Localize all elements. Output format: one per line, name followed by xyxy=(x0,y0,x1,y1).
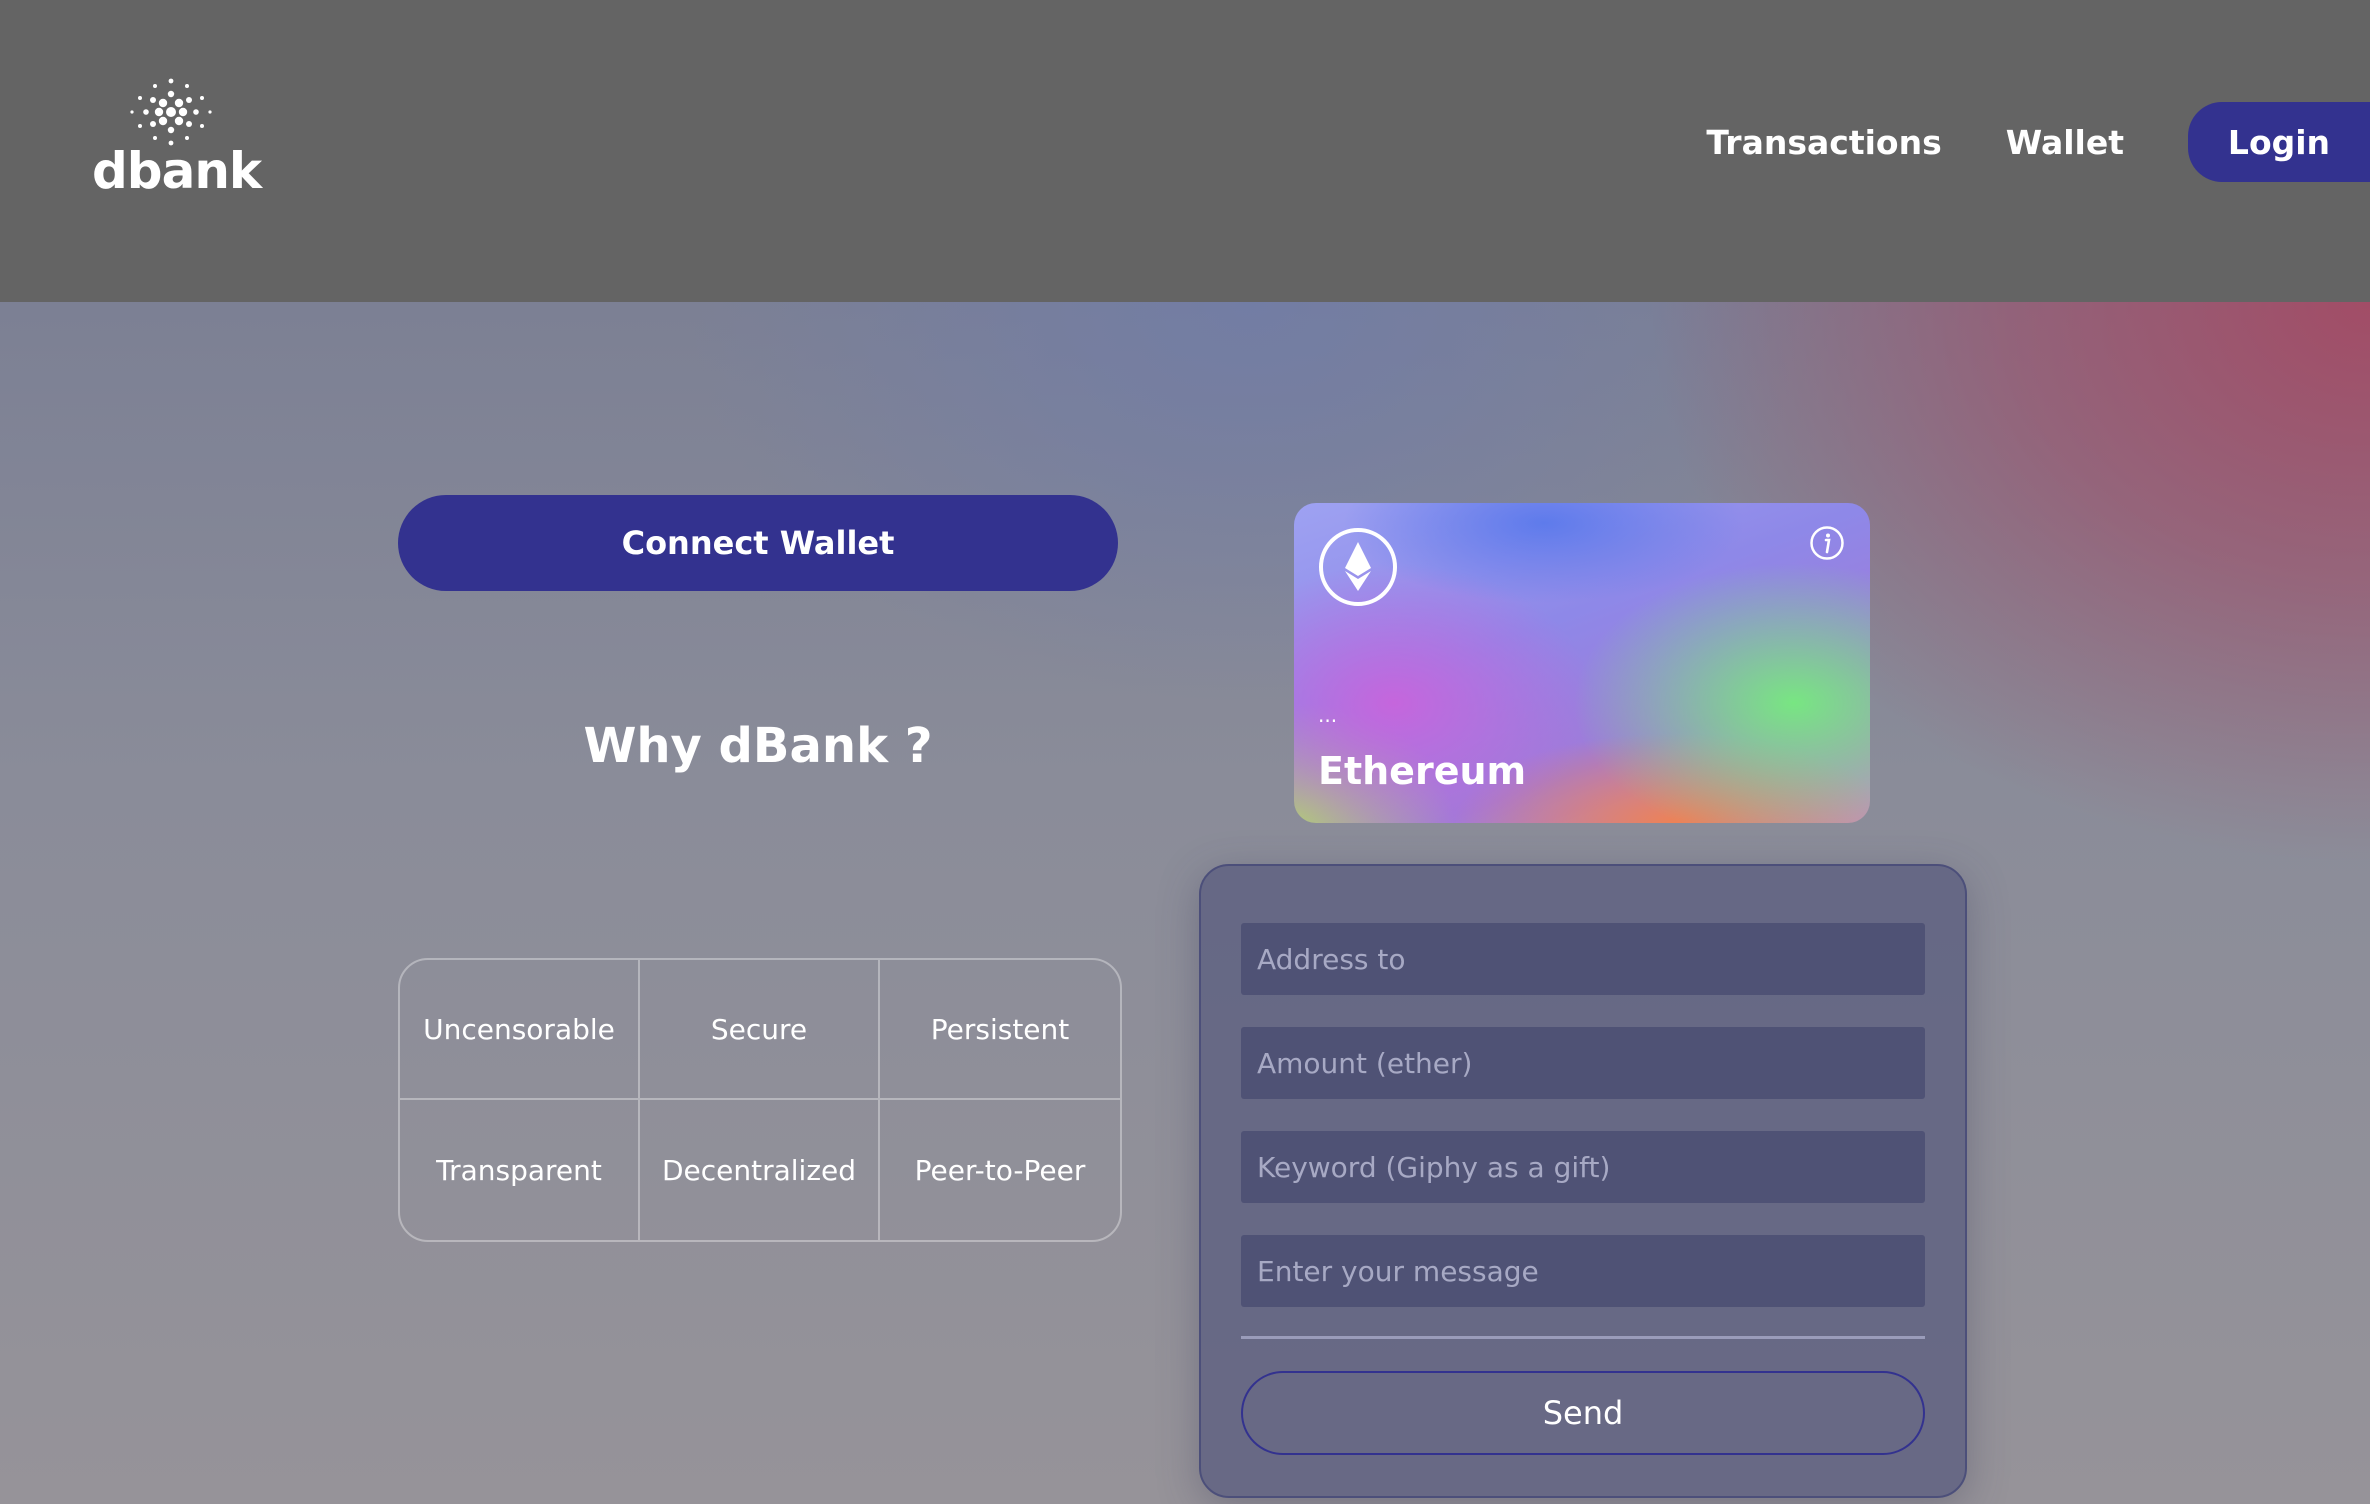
logo-mark-icon xyxy=(130,78,212,146)
info-icon[interactable] xyxy=(1809,525,1845,561)
top-header: dbank Transactions Wallet Login xyxy=(0,0,2370,302)
send-form: Send xyxy=(1199,864,1967,1498)
feature-cell: Uncensorable xyxy=(400,960,640,1100)
logo[interactable]: dbank xyxy=(92,72,262,202)
main-nav: Transactions Wallet Login xyxy=(1706,102,2370,182)
nav-transactions-link[interactable]: Transactions xyxy=(1706,123,1941,162)
amount-input[interactable] xyxy=(1241,1027,1925,1099)
logo-text: dbank xyxy=(92,142,262,200)
feature-cell: Decentralized xyxy=(640,1100,880,1240)
form-divider xyxy=(1241,1336,1925,1339)
address-input[interactable] xyxy=(1241,923,1925,995)
login-button[interactable]: Login xyxy=(2188,102,2370,182)
ethereum-icon xyxy=(1319,528,1397,606)
message-input[interactable] xyxy=(1241,1235,1925,1307)
keyword-input[interactable] xyxy=(1241,1131,1925,1203)
send-button[interactable]: Send xyxy=(1241,1371,1925,1455)
connect-wallet-button[interactable]: Connect Wallet xyxy=(398,495,1118,591)
feature-cell: Secure xyxy=(640,960,880,1100)
feature-cell: Persistent xyxy=(880,960,1120,1100)
feature-cell: Peer-to-Peer xyxy=(914,1153,1086,1187)
network-name: Ethereum xyxy=(1318,749,1527,793)
wallet-address: ... xyxy=(1318,703,1338,727)
feature-cell: Transparent xyxy=(400,1100,640,1240)
features-grid: Uncensorable Secure Persistent Transpare… xyxy=(398,958,1122,1242)
nav-wallet-link[interactable]: Wallet xyxy=(2006,123,2124,162)
ethereum-card: ... Ethereum xyxy=(1294,503,1870,823)
hero-section xyxy=(0,302,2370,1504)
why-dbank-heading: Why dBank ? xyxy=(583,718,933,774)
